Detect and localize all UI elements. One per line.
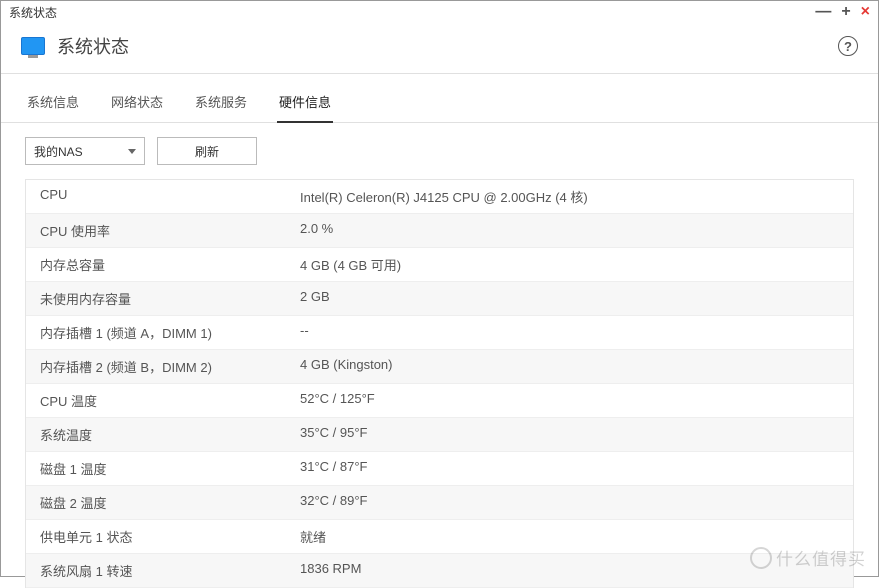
row-value: 2.0 % [300, 221, 839, 240]
minimize-icon[interactable]: — [815, 4, 831, 20]
device-dropdown[interactable]: 我的NAS [25, 137, 145, 165]
row-label: 未使用内存容量 [40, 289, 300, 308]
row-value: 2 GB [300, 289, 839, 308]
row-value: 4 GB (4 GB 可用) [300, 255, 839, 274]
row-label: 磁盘 1 温度 [40, 459, 300, 478]
page-header: 系统状态 ? [1, 23, 878, 74]
hardware-info-table: CPU Intel(R) Celeron(R) J4125 CPU @ 2.00… [25, 179, 854, 588]
toolbar: 我的NAS 刷新 [25, 123, 854, 179]
row-label: 内存插槽 2 (频道 B，DIMM 2) [40, 357, 300, 376]
monitor-icon [21, 37, 45, 55]
row-value: 35°C / 95°F [300, 425, 839, 444]
row-value: 52°C / 125°F [300, 391, 839, 410]
row-value: 32°C / 89°F [300, 493, 839, 512]
table-row: 供电单元 1 状态 就绪 [26, 520, 853, 554]
refresh-button[interactable]: 刷新 [157, 137, 257, 165]
row-value: 就绪 [300, 527, 839, 546]
table-row: 未使用内存容量 2 GB [26, 282, 853, 316]
table-row: CPU Intel(R) Celeron(R) J4125 CPU @ 2.00… [26, 180, 853, 214]
table-row: CPU 温度 52°C / 125°F [26, 384, 853, 418]
table-row: CPU 使用率 2.0 % [26, 214, 853, 248]
device-dropdown-label: 我的NAS [34, 143, 83, 160]
row-label: CPU [40, 187, 300, 206]
row-label: 内存总容量 [40, 255, 300, 274]
tab-hardware-info[interactable]: 硬件信息 [277, 86, 333, 123]
window-title: 系统状态 [9, 4, 57, 21]
row-label: 供电单元 1 状态 [40, 527, 300, 546]
content-area: 我的NAS 刷新 CPU Intel(R) Celeron(R) J4125 C… [1, 123, 878, 588]
row-label: 内存插槽 1 (频道 A，DIMM 1) [40, 323, 300, 342]
help-icon[interactable]: ? [838, 36, 858, 56]
row-label: CPU 温度 [40, 391, 300, 410]
chevron-down-icon [128, 149, 136, 154]
row-label: 磁盘 2 温度 [40, 493, 300, 512]
maximize-icon[interactable]: + [841, 4, 850, 20]
tab-system-info[interactable]: 系统信息 [25, 86, 81, 122]
row-label: CPU 使用率 [40, 221, 300, 240]
page-title: 系统状态 [57, 33, 129, 59]
row-value: 1836 RPM [300, 561, 839, 580]
tab-bar: 系统信息 网络状态 系统服务 硬件信息 [1, 74, 878, 123]
close-icon[interactable]: × [861, 4, 870, 20]
row-value: Intel(R) Celeron(R) J4125 CPU @ 2.00GHz … [300, 187, 839, 206]
tab-network-status[interactable]: 网络状态 [109, 86, 165, 122]
table-row: 内存插槽 2 (频道 B，DIMM 2) 4 GB (Kingston) [26, 350, 853, 384]
titlebar: 系统状态 — + × [1, 1, 878, 23]
tab-system-service[interactable]: 系统服务 [193, 86, 249, 122]
table-row: 系统温度 35°C / 95°F [26, 418, 853, 452]
table-row: 系统风扇 1 转速 1836 RPM [26, 554, 853, 588]
row-value: 4 GB (Kingston) [300, 357, 839, 376]
window-controls: — + × [815, 4, 870, 20]
table-row: 磁盘 1 温度 31°C / 87°F [26, 452, 853, 486]
row-label: 系统温度 [40, 425, 300, 444]
row-value: 31°C / 87°F [300, 459, 839, 478]
table-row: 内存插槽 1 (频道 A，DIMM 1) -- [26, 316, 853, 350]
row-value: -- [300, 323, 839, 342]
table-row: 内存总容量 4 GB (4 GB 可用) [26, 248, 853, 282]
table-row: 磁盘 2 温度 32°C / 89°F [26, 486, 853, 520]
row-label: 系统风扇 1 转速 [40, 561, 300, 580]
